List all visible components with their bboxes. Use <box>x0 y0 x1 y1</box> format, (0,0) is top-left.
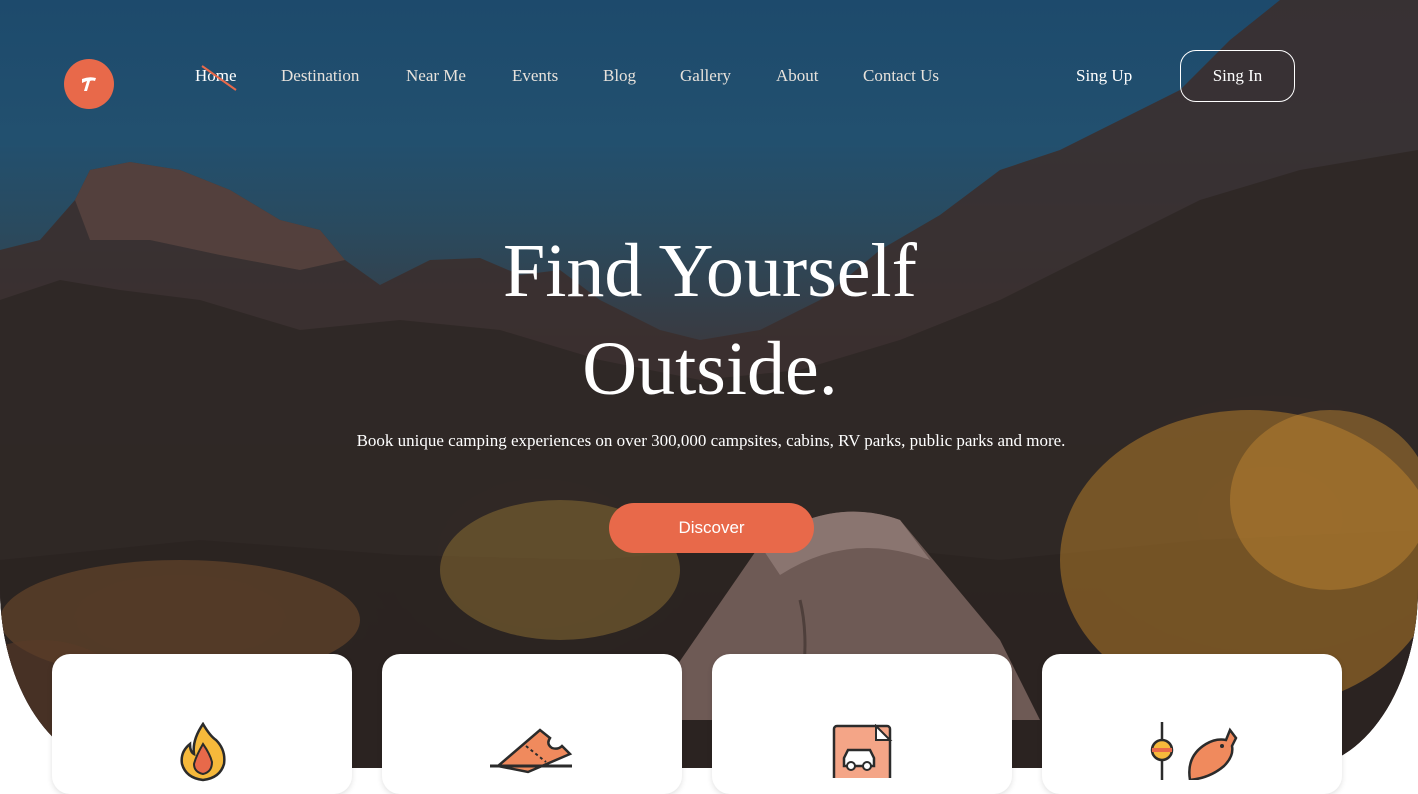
nav-gallery[interactable]: Gallery <box>680 66 731 86</box>
signin-button[interactable]: Sing In <box>1180 50 1295 102</box>
hero-title: Find Yourself Outside. <box>400 222 1020 418</box>
nav-blog[interactable]: Blog <box>603 66 636 86</box>
brand-logo[interactable] <box>64 59 114 109</box>
nav-events[interactable]: Events <box>512 66 558 86</box>
signup-link[interactable]: Sing Up <box>1076 66 1132 86</box>
ticket-icon <box>490 728 573 774</box>
hero-title-line-2: Outside. <box>582 327 838 411</box>
nav-destination[interactable]: Destination <box>281 66 359 86</box>
feature-card-ticket[interactable] <box>382 654 682 794</box>
nav-near-me[interactable]: Near Me <box>406 66 466 86</box>
nav-home[interactable]: Home <box>195 66 237 86</box>
logo-mark-icon <box>82 77 96 91</box>
nav-about[interactable]: About <box>776 66 819 86</box>
discover-button[interactable]: Discover <box>609 503 814 553</box>
hero-section: Home Destination Near Me Events Blog Gal… <box>0 0 1418 768</box>
fishing-icon <box>1150 722 1238 780</box>
feature-card-campfire[interactable] <box>52 654 352 794</box>
hero-subtitle: Book unique camping experiences on over … <box>356 431 1066 450</box>
feature-card-fishing[interactable] <box>1042 654 1342 794</box>
hero-title-line-1: Find Yourself <box>503 229 917 313</box>
campfire-icon <box>180 722 226 782</box>
feature-card-car-document[interactable] <box>712 654 1012 794</box>
nav-contact-us[interactable]: Contact Us <box>863 66 939 86</box>
car-document-icon <box>832 724 893 778</box>
